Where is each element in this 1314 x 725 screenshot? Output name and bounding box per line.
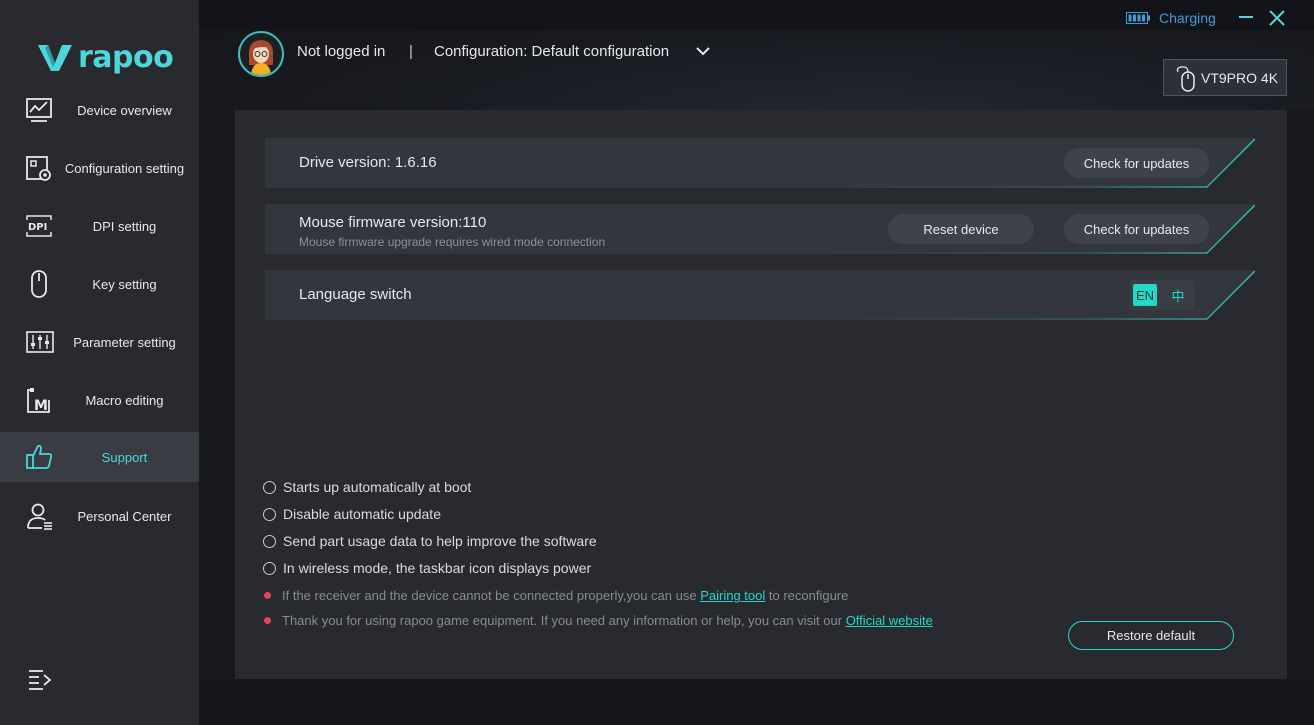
drive-version-label: Drive version: 1.6.16	[299, 154, 437, 171]
note-dot	[264, 617, 271, 624]
sidebar-item-dpi-setting[interactable]: DPI DPI setting	[0, 201, 199, 251]
sidebar-item-macro-editing[interactable]: M Macro editing	[0, 375, 199, 425]
option-radio[interactable]	[263, 507, 276, 521]
firmware-check-updates-button[interactable]: Check for updates	[1064, 214, 1209, 244]
svg-text:DPI: DPI	[28, 222, 47, 233]
sidebar-item-label: Macro editing	[85, 392, 164, 408]
sidebar-item-parameter-setting[interactable]: Parameter setting	[0, 317, 199, 367]
language-zh-option[interactable]: 中	[1166, 284, 1190, 306]
sidebar-item-label: DPI setting	[92, 218, 157, 234]
language-toggle: EN 中	[1130, 280, 1194, 310]
language-en-option[interactable]: EN	[1133, 284, 1157, 306]
option-label: Starts up automatically at boot	[283, 479, 472, 495]
firmware-version-label: Mouse firmware version:110	[299, 214, 487, 231]
option-disable-auto-update[interactable]: Disable automatic update	[263, 506, 441, 522]
logo-text: rapoo	[78, 40, 174, 75]
avatar-icon	[248, 40, 274, 75]
official-website-link[interactable]: Official website	[846, 613, 933, 628]
rapoo-logo: rapoo	[36, 40, 174, 75]
sidebar-item-label: Support	[101, 449, 148, 465]
language-switch-label: Language switch	[299, 286, 412, 303]
avatar[interactable]	[238, 31, 284, 77]
option-radio[interactable]	[263, 534, 276, 548]
sidebar-item-label: Personal Center	[77, 508, 172, 524]
sidebar-item-configuration-setting[interactable]: Configuration setting	[0, 143, 199, 193]
firmware-version-row: Mouse firmware version:110 Mouse firmwar…	[265, 204, 1255, 254]
row-frame	[265, 270, 1255, 320]
mouse-icon	[1176, 66, 1195, 92]
sidebar-item-label: Key setting	[92, 276, 157, 292]
option-label: In wireless mode, the taskbar icon displ…	[283, 560, 592, 576]
collapse-sidebar-icon[interactable]	[27, 667, 53, 691]
restore-default-button[interactable]: Restore default	[1068, 621, 1234, 650]
language-row: Language switch EN 中	[265, 270, 1255, 320]
pairing-tool-link[interactable]: Pairing tool	[700, 588, 765, 603]
website-note: Thank you for using rapoo game equipment…	[264, 613, 933, 628]
sidebar-item-personal-center[interactable]: Personal Center	[0, 491, 199, 541]
reset-device-button[interactable]: Reset device	[888, 214, 1034, 244]
option-radio[interactable]	[263, 480, 276, 494]
battery-icon	[1126, 12, 1150, 24]
drive-check-updates-button[interactable]: Check for updates	[1064, 148, 1209, 178]
option-startup-boot[interactable]: Starts up automatically at boot	[263, 479, 471, 495]
pairing-note-text: If the receiver and the device cannot be…	[282, 588, 697, 603]
note-dot	[264, 592, 271, 599]
close-icon[interactable]	[1268, 9, 1286, 27]
logo-v-icon	[38, 44, 72, 71]
charging-status: Charging	[1159, 10, 1216, 26]
svg-text:M: M	[34, 398, 48, 414]
option-label: Disable automatic update	[283, 506, 441, 522]
sidebar-item-device-overview[interactable]: Device overview	[0, 85, 199, 135]
header-separator: |	[409, 43, 413, 60]
configuration-selector[interactable]: Configuration: Default configuration	[434, 43, 669, 60]
drive-version-row: Drive version: 1.6.16 Check for updates	[265, 138, 1255, 188]
sidebar-item-key-setting[interactable]: Key setting	[0, 259, 199, 309]
option-radio[interactable]	[263, 561, 276, 575]
sidebar: rapoo Device overview Configuration sett…	[0, 0, 199, 725]
sidebar-item-support[interactable]: Support	[0, 432, 199, 482]
sidebar-item-label: Parameter setting	[73, 334, 176, 350]
option-send-usage-data[interactable]: Send part usage data to help improve the…	[263, 533, 597, 549]
chevron-down-icon[interactable]	[695, 44, 711, 58]
sidebar-item-label: Configuration setting	[64, 160, 185, 176]
footer-background	[199, 679, 1314, 725]
firmware-note: Mouse firmware upgrade requires wired mo…	[299, 235, 606, 249]
pairing-note-tail: to reconfigure	[768, 588, 849, 603]
device-name: VT9PRO 4K	[1201, 70, 1279, 86]
sidebar-item-label: Device overview	[77, 102, 172, 118]
pairing-note: If the receiver and the device cannot be…	[264, 588, 848, 603]
option-label: Send part usage data to help improve the…	[283, 533, 597, 549]
website-note-text: Thank you for using rapoo game equipment…	[282, 613, 843, 628]
minimize-icon[interactable]	[1238, 8, 1254, 26]
option-wireless-taskbar-power[interactable]: In wireless mode, the taskbar icon displ…	[263, 560, 591, 576]
device-selector[interactable]: VT9PRO 4K	[1163, 59, 1287, 96]
login-status[interactable]: Not logged in	[297, 43, 385, 60]
